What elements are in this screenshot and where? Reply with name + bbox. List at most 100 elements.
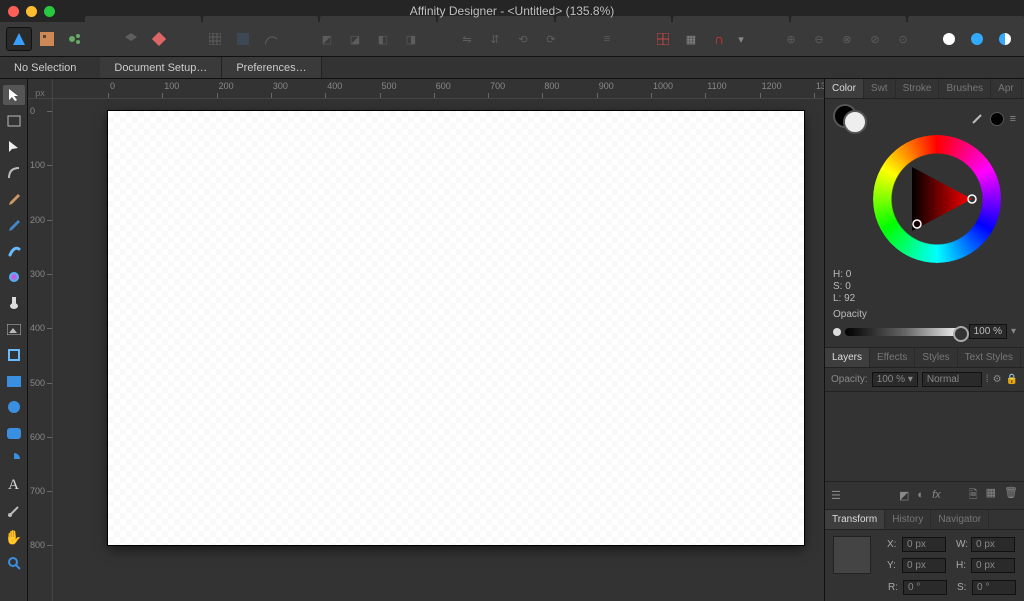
grid-toggle-button[interactable] <box>202 27 228 51</box>
color-panel-menu-icon[interactable]: ≡ <box>1010 113 1016 125</box>
color-picker-tool[interactable] <box>3 501 25 521</box>
anchor-selector[interactable] <box>833 536 871 574</box>
panel-tab-effects[interactable]: Effects <box>870 348 915 367</box>
boolean-subtract-button[interactable]: ⊖ <box>806 27 832 51</box>
minimize-window-button[interactable] <box>26 6 37 17</box>
move-backward-button[interactable]: ◪ <box>342 27 368 51</box>
canvas-area[interactable] <box>53 99 824 601</box>
pen-tool[interactable] <box>3 189 25 209</box>
crop-tool[interactable] <box>3 345 25 365</box>
color-panel-tabs: ColorSwtStrokeBrushesApr <box>825 79 1024 99</box>
move-front-button[interactable]: ◨ <box>398 27 424 51</box>
insert-target-2-button[interactable] <box>964 27 990 51</box>
pencil-tool[interactable] <box>3 215 25 235</box>
panel-tab-brushes[interactable]: Brushes <box>939 79 991 98</box>
boolean-add-button[interactable]: ⊕ <box>778 27 804 51</box>
layers-list[interactable] <box>825 392 1024 481</box>
layer-settings-icon[interactable]: ⚙ <box>993 374 1002 385</box>
node-tool[interactable] <box>3 137 25 157</box>
rectangle-tool[interactable] <box>3 371 25 391</box>
shape-tool[interactable] <box>3 449 25 469</box>
move-tool[interactable] <box>3 85 25 105</box>
document-setup-button[interactable]: Document Setup… <box>100 57 222 78</box>
zoom-tool[interactable] <box>3 553 25 573</box>
boolean-combine-button[interactable]: ⊙ <box>890 27 916 51</box>
preferences-button[interactable]: Preferences… <box>222 57 321 78</box>
transparency-tool[interactable] <box>3 293 25 313</box>
flip-vertical-button[interactable]: ⇵ <box>482 27 508 51</box>
panel-tab-styles[interactable]: Styles <box>915 348 957 367</box>
layers-summary-icon[interactable]: ☰ <box>831 489 841 502</box>
baseline-toggle-button[interactable] <box>230 27 256 51</box>
snap-options-button[interactable]: ▾ <box>734 27 748 51</box>
canvas-viewport[interactable]: px 0100200300400500600700800900100011001… <box>28 79 824 601</box>
ruler-origin[interactable]: px <box>28 79 53 99</box>
curves-toggle-button[interactable] <box>258 27 284 51</box>
align-menu-button[interactable]: ≡ <box>594 27 620 51</box>
transform-s-field[interactable]: S:0 ° <box>957 580 1016 595</box>
rotate-cw-button[interactable]: ⟳ <box>538 27 564 51</box>
snap-pixel-button[interactable]: ▦ <box>678 27 704 51</box>
transform-r-field[interactable]: R:0 ° <box>888 580 947 595</box>
panel-tab-history[interactable]: History <box>885 510 931 529</box>
eyedropper-icon[interactable] <box>970 112 984 126</box>
fx-layer-icon[interactable]: fx <box>932 489 941 502</box>
mask-layer-icon[interactable]: ◩ <box>899 489 909 502</box>
rounded-rect-tool[interactable] <box>3 423 25 443</box>
flip-horizontal-button[interactable]: ⇋ <box>454 27 480 51</box>
move-forward-button[interactable]: ◧ <box>370 27 396 51</box>
place-image-tool[interactable] <box>3 319 25 339</box>
panel-tab-navigator[interactable]: Navigator <box>931 510 989 529</box>
snap-grid-button[interactable] <box>650 27 676 51</box>
insert-target-1-button[interactable] <box>936 27 962 51</box>
opacity-dropdown-icon[interactable]: ▾ <box>1011 326 1016 337</box>
default-view-button[interactable] <box>118 27 144 51</box>
fill-swatch[interactable] <box>843 110 867 134</box>
ellipse-tool[interactable] <box>3 397 25 417</box>
transform-h-field[interactable]: H:0 px <box>956 558 1015 573</box>
artboard[interactable] <box>108 111 804 545</box>
opacity-value[interactable]: 100 % <box>969 324 1007 339</box>
delete-layer-icon[interactable]: 🗑 <box>1004 486 1018 505</box>
opacity-min-icon <box>833 328 841 336</box>
panel-tab-layers[interactable]: Layers <box>825 348 870 367</box>
layer-opacity-field[interactable]: 100 % ▾ <box>872 372 918 387</box>
zoom-window-button[interactable] <box>44 6 55 17</box>
insert-target-3-button[interactable] <box>992 27 1018 51</box>
panel-tab-apr[interactable]: Apr <box>991 79 1022 98</box>
adjustment-layer-icon[interactable]: ◐ <box>917 489 924 502</box>
synchronize-defaults-button[interactable] <box>146 27 172 51</box>
corner-tool[interactable] <box>3 163 25 183</box>
transform-w-field[interactable]: W:0 px <box>956 537 1015 552</box>
horizontal-ruler[interactable]: 0100200300400500600700800900100011001200… <box>53 79 824 99</box>
add-pixel-layer-icon[interactable]: ▦ <box>986 486 996 505</box>
panel-tab-text-styles[interactable]: Text Styles <box>958 348 1021 367</box>
color-wheel[interactable] <box>873 135 1001 263</box>
pan-tool[interactable]: ✋ <box>3 527 25 547</box>
opacity-slider[interactable] <box>845 328 965 336</box>
transform-x-field[interactable]: X:0 px <box>887 537 946 552</box>
boolean-divide-button[interactable]: ⊘ <box>862 27 888 51</box>
panel-tab-swt[interactable]: Swt <box>864 79 896 98</box>
persona-pixel-button[interactable] <box>34 27 60 51</box>
rotate-ccw-button[interactable]: ⟲ <box>510 27 536 51</box>
sample-swatch[interactable] <box>990 112 1004 126</box>
close-window-button[interactable] <box>8 6 19 17</box>
transform-y-field[interactable]: Y:0 px <box>887 558 946 573</box>
persona-designer-button[interactable] <box>6 27 32 51</box>
text-tool[interactable]: A <box>3 475 25 495</box>
move-back-button[interactable]: ◩ <box>314 27 340 51</box>
panel-tab-stroke[interactable]: Stroke <box>896 79 940 98</box>
blend-mode-select[interactable]: Normal <box>922 372 982 387</box>
vector-brush-tool[interactable] <box>3 241 25 261</box>
panel-tab-color[interactable]: Color <box>825 79 864 98</box>
add-layer-icon[interactable]: 🗎 <box>969 486 978 505</box>
panel-tab-transform[interactable]: Transform <box>825 510 885 529</box>
vertical-ruler[interactable]: 0100200300400500600700800 <box>28 99 53 601</box>
snap-magnet-button[interactable]: ∩ <box>706 27 732 51</box>
boolean-intersect-button[interactable]: ⊗ <box>834 27 860 51</box>
artboard-tool[interactable] <box>3 111 25 131</box>
fill-tool[interactable] <box>3 267 25 287</box>
persona-export-button[interactable] <box>62 27 88 51</box>
layer-lock-icon[interactable]: 🔒 <box>1006 374 1018 385</box>
